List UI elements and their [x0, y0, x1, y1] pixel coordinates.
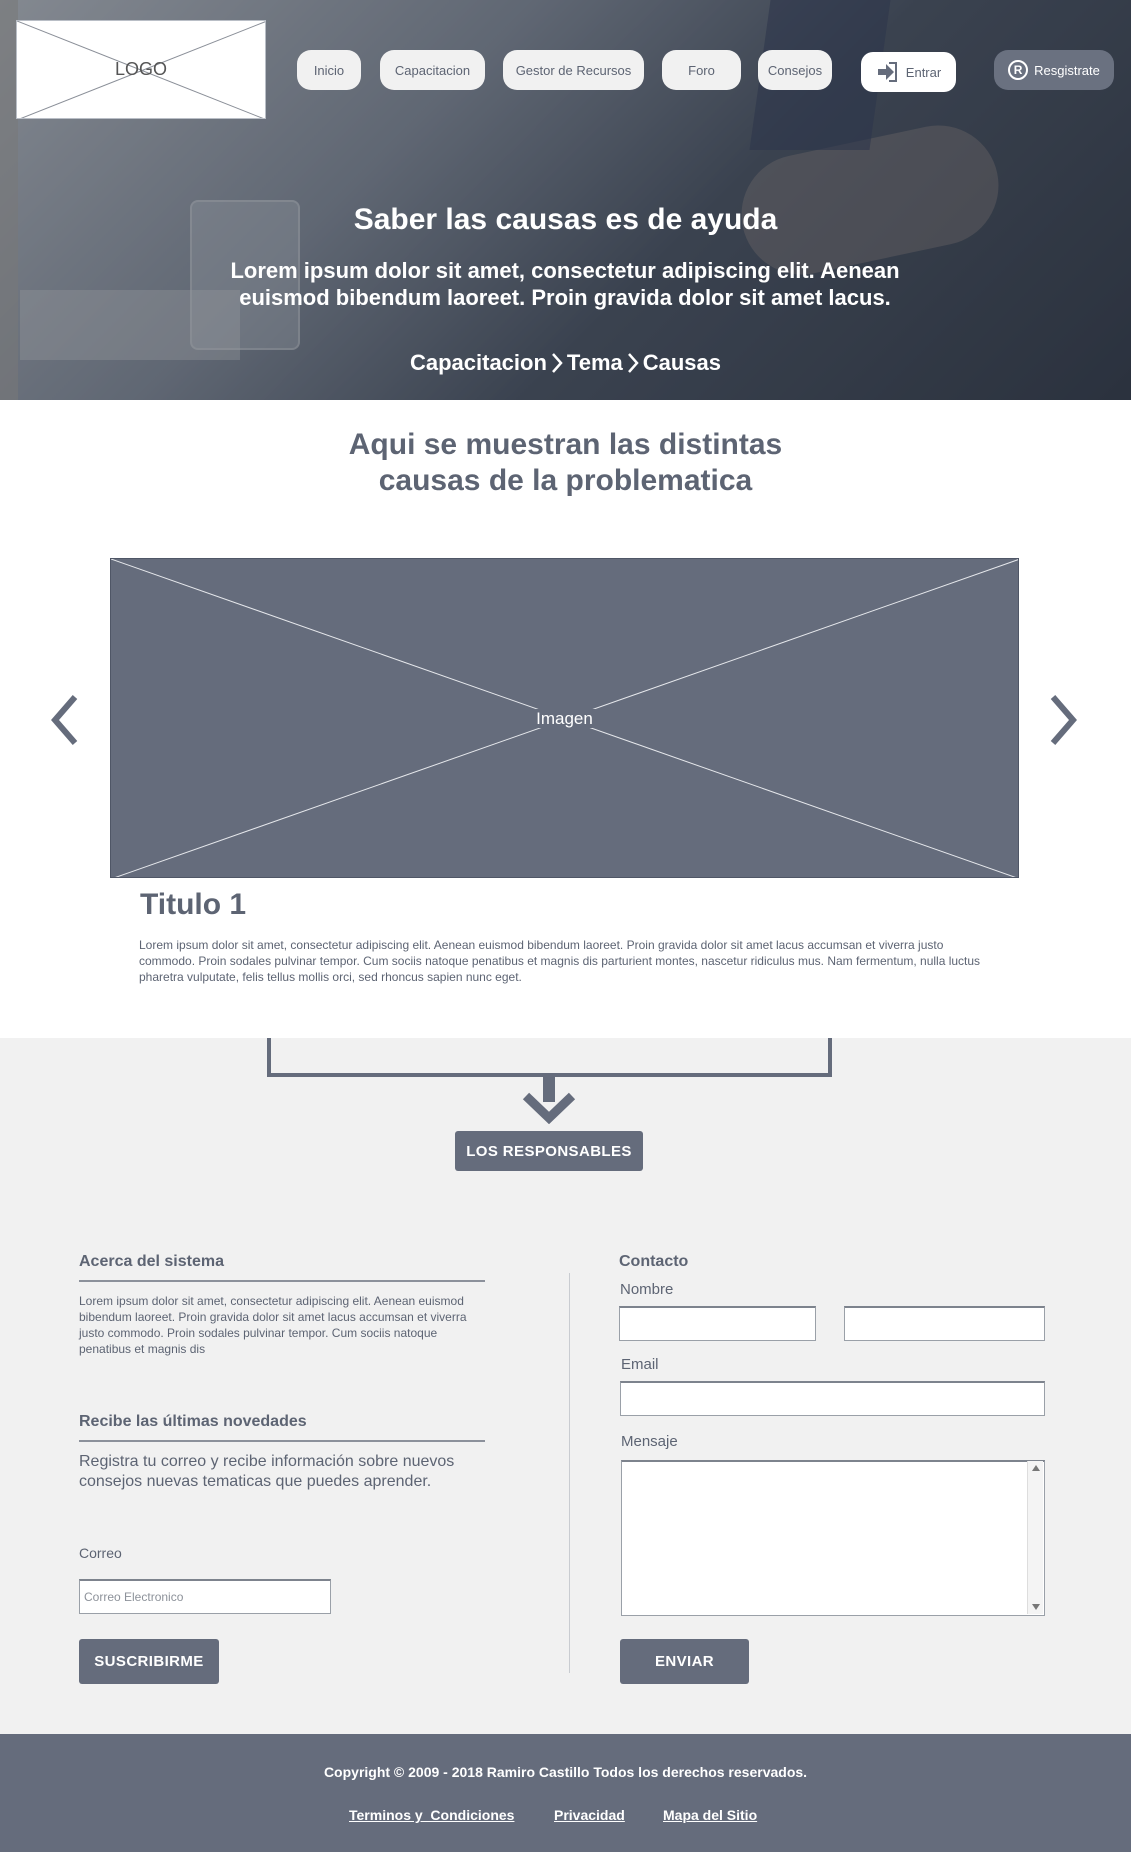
arrow-down-icon — [522, 1074, 576, 1124]
footer-link-privacidad[interactable]: Privacidad — [554, 1807, 625, 1823]
message-scrollbar[interactable] — [1027, 1461, 1043, 1614]
hero-subtitle: Lorem ipsum dolor sit amet, consectetur … — [230, 258, 900, 310]
contact-title: Contacto — [619, 1253, 689, 1270]
slide-description: Lorem ipsum dolor sit amet, consectetur … — [139, 938, 981, 984]
logo-text: LOGO — [114, 59, 167, 79]
scroll-up-icon[interactable] — [1032, 1465, 1040, 1471]
breadcrumb-item-tema[interactable]: Tema — [567, 350, 623, 376]
login-icon — [877, 62, 897, 82]
contact-email-label: Email — [621, 1356, 659, 1373]
chevron-left-icon — [51, 695, 78, 745]
breadcrumb: Capacitacion Tema Causas — [0, 350, 1131, 376]
register-button[interactable]: R Resgistrate — [994, 50, 1114, 90]
section-heading: Aqui se muestran las distintas causas de… — [0, 427, 1131, 499]
about-divider — [79, 1280, 485, 1282]
scroll-down-icon[interactable] — [1032, 1604, 1040, 1610]
carousel-next-button[interactable] — [1044, 690, 1084, 750]
newsletter-email-input[interactable] — [79, 1579, 331, 1614]
subscribe-button[interactable]: SUSCRIBIRME — [79, 1639, 219, 1684]
login-button[interactable]: Entrar — [861, 52, 956, 92]
about-text: Lorem ipsum dolor sit amet, consectetur … — [79, 1294, 467, 1356]
carousel-prev-button[interactable] — [44, 690, 84, 750]
column-divider — [569, 1273, 570, 1673]
nav-gestor-de-recursos[interactable]: Gestor de Recursos — [503, 50, 644, 90]
nav-foro[interactable]: Foro — [662, 50, 741, 90]
nav-consejos[interactable]: Consejos — [758, 50, 832, 90]
nav-inicio[interactable]: Inicio — [297, 50, 361, 90]
about-title: Acerca del sistema — [79, 1253, 224, 1270]
footer — [0, 1734, 1131, 1852]
nav-capacitacion[interactable]: Capacitacion — [380, 50, 485, 90]
registered-icon: R — [1008, 60, 1029, 80]
first-name-input[interactable] — [619, 1306, 816, 1341]
login-label: Entrar — [905, 64, 942, 80]
register-label: Resgistrate — [1034, 62, 1100, 78]
hero-title: Saber las causas es de ayuda — [353, 203, 778, 236]
name-label: Nombre — [620, 1281, 674, 1298]
email-label: Correo — [79, 1545, 122, 1561]
footer-link-terminos[interactable]: Terminos y Condiciones — [349, 1807, 514, 1823]
slide-title: Titulo 1 — [140, 888, 247, 921]
section-heading-line-1: Aqui se muestran las distintas — [348, 428, 783, 461]
copyright-text: Copyright © 2009 - 2018 Ramiro Castillo … — [323, 1764, 808, 1780]
newsletter-title: Recibe las últimas novedades — [79, 1413, 307, 1430]
image-label: Imagen — [532, 709, 597, 728]
breadcrumb-item-capacitacion[interactable]: Capacitacion — [410, 350, 547, 376]
breadcrumb-item-causas[interactable]: Causas — [643, 350, 721, 376]
chevron-right-icon — [551, 353, 563, 373]
message-label: Mensaje — [621, 1433, 678, 1450]
newsletter-divider — [79, 1440, 485, 1442]
flow-bracket — [267, 1038, 832, 1077]
message-textarea[interactable] — [621, 1460, 1045, 1616]
chevron-right-icon — [627, 353, 639, 373]
responsables-button[interactable]: LOS RESPONSABLES — [455, 1131, 643, 1171]
footer-link-mapa-del-sitio[interactable]: Mapa del Sitio — [663, 1807, 757, 1823]
chevron-right-icon — [1050, 695, 1077, 745]
last-name-input[interactable] — [844, 1306, 1045, 1341]
send-button[interactable]: ENVIAR — [620, 1639, 749, 1684]
contact-email-input[interactable] — [620, 1381, 1045, 1416]
logo-placeholder[interactable]: LOGO — [16, 20, 266, 119]
carousel-image-placeholder: Imagen — [110, 558, 1019, 878]
newsletter-text: Registra tu correo y recibe información … — [79, 1453, 455, 1490]
section-heading-line-2: causas de la problematica — [378, 464, 753, 497]
